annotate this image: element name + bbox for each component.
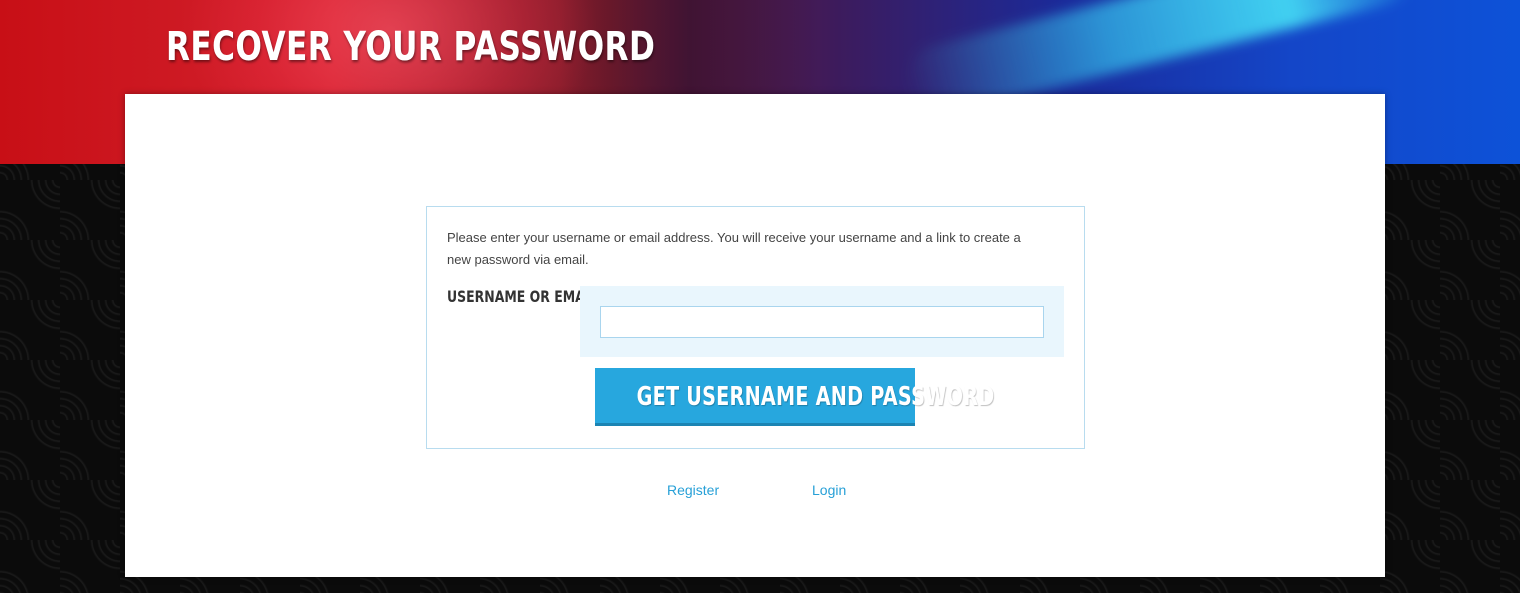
- register-link[interactable]: Register: [667, 480, 719, 500]
- page-title: RECOVER YOUR PASSWORD: [166, 24, 656, 70]
- input-wrapper: [580, 286, 1064, 357]
- instructions-text: Please enter your username or email addr…: [447, 230, 1021, 267]
- auth-links: Register Login: [125, 480, 1385, 500]
- login-link[interactable]: Login: [812, 480, 846, 500]
- content-card: Please enter your username or email addr…: [125, 94, 1385, 577]
- get-username-and-password-button[interactable]: GET USERNAME AND PASSWORD: [595, 368, 995, 426]
- password-recovery-form: Please enter your username or email addr…: [426, 206, 1085, 449]
- submit-button-label: GET USERNAME AND PASSWORD: [636, 382, 995, 412]
- username-or-email-input[interactable]: [600, 306, 1044, 338]
- username-or-email-label: USERNAME OR EMAIL: [447, 287, 598, 306]
